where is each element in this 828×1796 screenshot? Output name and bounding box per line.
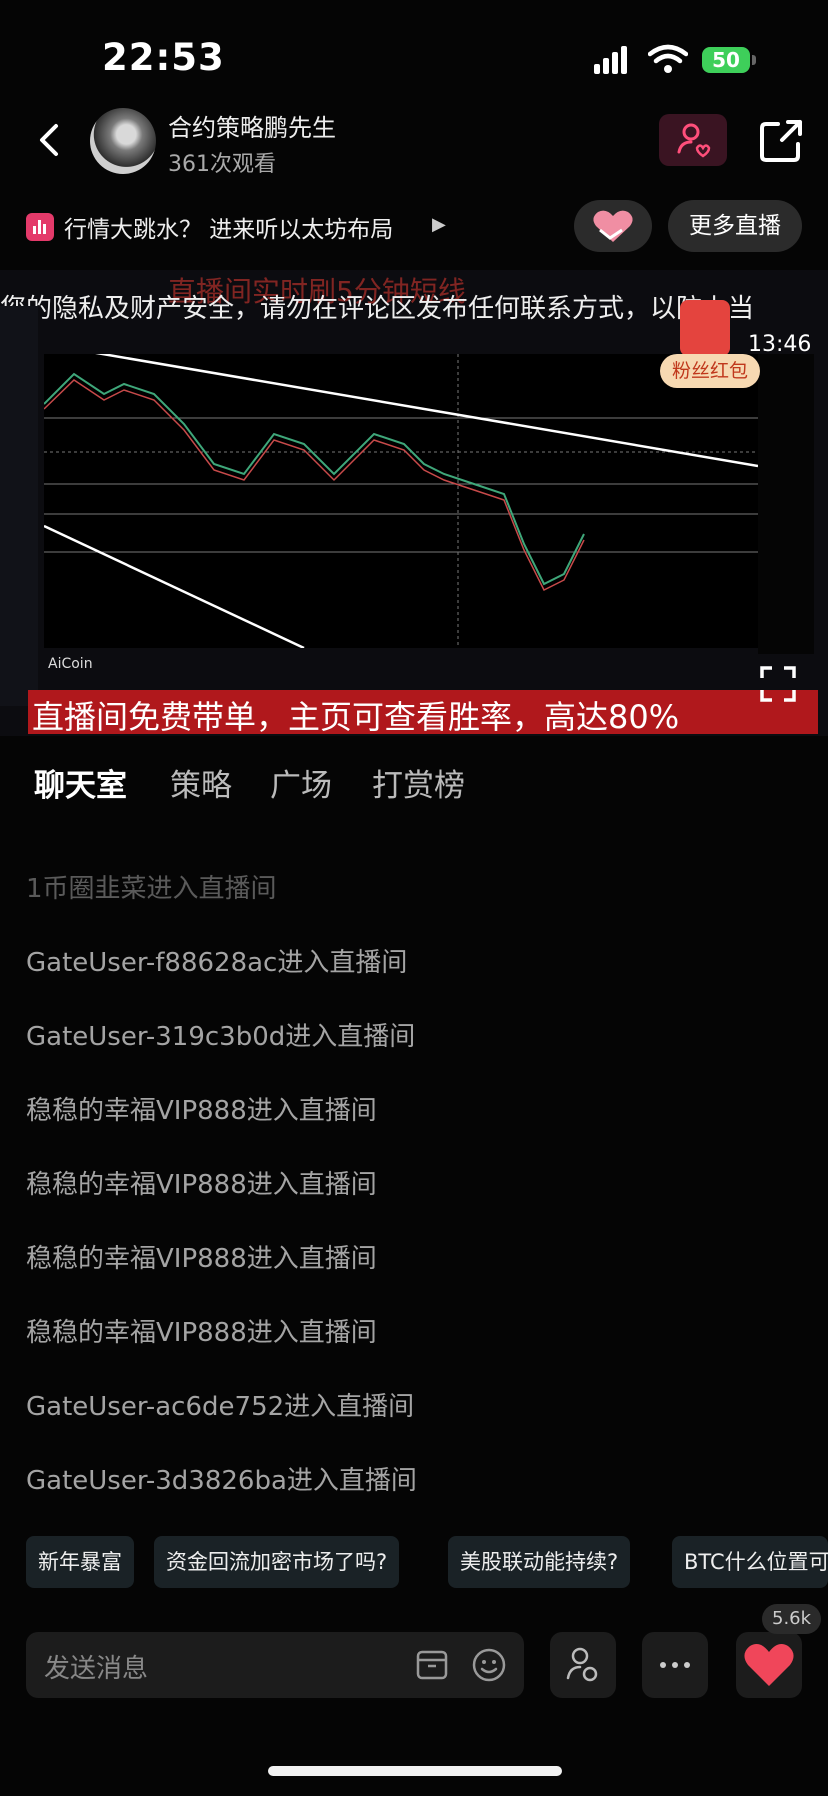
- topic-text[interactable]: 行情大跳水？ 进来听以太坊布局: [64, 210, 393, 244]
- message-placeholder[interactable]: 发送消息: [44, 1648, 148, 1685]
- status-time: 22:53: [102, 36, 225, 79]
- tab-tip-ranking[interactable]: 打赏榜: [372, 760, 465, 805]
- chat-message: 稳稳的幸福VIP888进入直播间: [26, 1096, 377, 1126]
- user-settings-button[interactable]: [550, 1632, 616, 1698]
- back-icon[interactable]: [30, 120, 70, 160]
- heart-hand-button[interactable]: [574, 200, 652, 252]
- more-live-button[interactable]: 更多直播: [668, 200, 802, 252]
- chat-message: GateUser-f88628ac进入直播间: [26, 948, 408, 978]
- aicoin-watermark: AiCoin: [48, 656, 93, 672]
- chat-message: 稳稳的幸福VIP888进入直播间: [26, 1244, 377, 1274]
- price-axis: [758, 354, 814, 654]
- chart-side-toolbar: [0, 306, 38, 706]
- chat-message: GateUser-3d3826ba进入直播间: [26, 1466, 417, 1496]
- host-avatar[interactable]: [90, 108, 156, 174]
- countdown-timer: 13:46: [748, 332, 812, 357]
- live-video[interactable]: 直播间实时刷5分钟短线 您的隐私及财产安全，请勿在评论区发布任何联系方式，以防上…: [0, 270, 828, 736]
- kline-chart: [43, 342, 759, 650]
- play-triangle-icon[interactable]: ▶: [432, 214, 446, 235]
- ellipsis-icon: [660, 1662, 690, 1668]
- home-indicator[interactable]: [268, 1766, 562, 1776]
- wifi-icon: [648, 44, 688, 73]
- battery-tip: [752, 55, 756, 65]
- heart-hand-icon: [593, 210, 633, 242]
- user-edit-icon: [566, 1647, 598, 1682]
- cellular-signal-icon: [594, 44, 628, 74]
- box-icon[interactable]: [414, 1646, 450, 1682]
- view-count: 361次观看: [168, 152, 276, 177]
- quick-reply-chip[interactable]: 新年暴富: [26, 1536, 134, 1588]
- chat-message: 稳稳的幸福VIP888进入直播间: [26, 1318, 377, 1348]
- like-button[interactable]: [736, 1632, 802, 1698]
- fan-red-packet-label[interactable]: 粉丝红包: [660, 354, 760, 388]
- quick-reply-chip[interactable]: BTC什么位置可: [672, 1536, 828, 1588]
- follow-button[interactable]: [659, 114, 727, 166]
- user-heart-icon: [677, 123, 711, 158]
- emoji-icon[interactable]: [470, 1646, 508, 1684]
- quick-reply-chip[interactable]: 资金回流加密市场了吗?: [154, 1536, 400, 1588]
- like-count: 5.6k: [762, 1604, 822, 1634]
- fullscreen-icon[interactable]: [758, 664, 798, 704]
- chat-message: GateUser-319c3b0d进入直播间: [26, 1022, 416, 1052]
- chat-message: 1币圈韭菜进入直播间: [26, 874, 277, 904]
- chart-bars-icon: [26, 213, 54, 241]
- battery-indicator: 50: [702, 47, 750, 73]
- tab-square[interactable]: 广场: [270, 760, 332, 805]
- kline-drawing: [43, 342, 759, 650]
- more-options-button[interactable]: [642, 1632, 708, 1698]
- host-name[interactable]: 合约策略鹏先生: [168, 108, 336, 143]
- share-icon[interactable]: [758, 118, 804, 164]
- quick-reply-chip[interactable]: 美股联动能持续?: [448, 1536, 631, 1588]
- promo-banner-text: 直播间免费带单，主页可查看胜率，高达80%: [32, 698, 680, 736]
- heart-icon: [744, 1644, 794, 1686]
- chat-message: 稳稳的幸福VIP888进入直播间: [26, 1170, 377, 1200]
- tab-chatroom[interactable]: 聊天室: [34, 760, 127, 805]
- chat-message: GateUser-ac6de752进入直播间: [26, 1392, 415, 1422]
- tab-strategy[interactable]: 策略: [170, 760, 232, 805]
- red-packet-icon[interactable]: [680, 300, 730, 356]
